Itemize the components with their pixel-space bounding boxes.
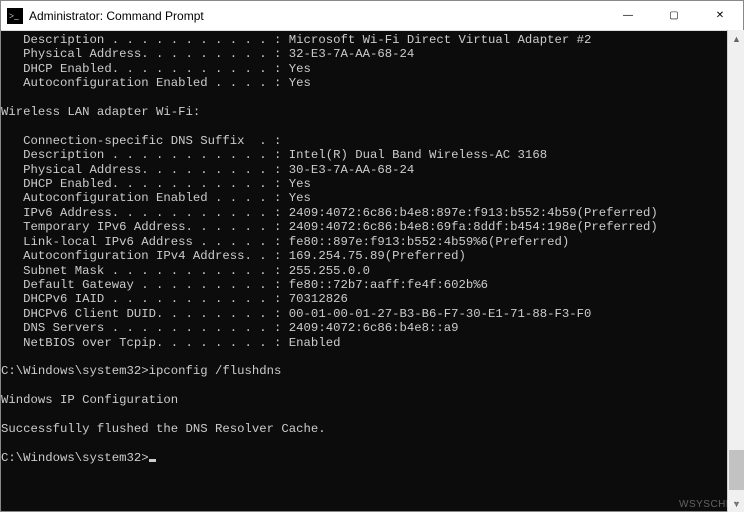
vertical-scrollbar[interactable]: ▲ ▼ [727, 30, 744, 512]
section-header: Wireless LAN adapter Wi-Fi: [1, 105, 200, 119]
prompt-path: C:\Windows\system32> [1, 451, 149, 465]
line: Link-local IPv6 Address . . . . . : fe80… [1, 235, 569, 249]
output-line: Successfully flushed the DNS Resolver Ca… [1, 422, 326, 436]
line: NetBIOS over Tcpip. . . . . . . . : Enab… [1, 336, 340, 350]
line: IPv6 Address. . . . . . . . . . . : 2409… [1, 206, 658, 220]
line: Autoconfiguration IPv4 Address. . : 169.… [1, 249, 466, 263]
watermark: WSYSCHM/ [679, 499, 738, 510]
titlebar[interactable]: >_ Administrator: Command Prompt — ▢ ✕ [1, 1, 743, 31]
cursor [149, 459, 156, 462]
line: Physical Address. . . . . . . . . : 32-E… [1, 47, 414, 61]
line: Temporary IPv6 Address. . . . . . : 2409… [1, 220, 658, 234]
maximize-button[interactable]: ▢ [651, 1, 697, 30]
line: DHCPv6 IAID . . . . . . . . . . . : 7031… [1, 292, 348, 306]
scroll-thumb[interactable] [729, 450, 744, 490]
terminal-output[interactable]: Description . . . . . . . . . . . : Micr… [1, 31, 743, 511]
line: DHCP Enabled. . . . . . . . . . . : Yes [1, 62, 311, 76]
window-title: Administrator: Command Prompt [29, 9, 605, 23]
line: Autoconfiguration Enabled . . . . : Yes [1, 191, 311, 205]
line: DHCPv6 Client DUID. . . . . . . . : 00-0… [1, 307, 591, 321]
command-text: ipconfig /flushdns [149, 364, 282, 378]
prompt-line: C:\Windows\system32>ipconfig /flushdns [1, 364, 281, 378]
line: Default Gateway . . . . . . . . . : fe80… [1, 278, 488, 292]
close-button[interactable]: ✕ [697, 1, 743, 30]
prompt-line: C:\Windows\system32> [1, 451, 156, 465]
line: Description . . . . . . . . . . . : Micr… [1, 33, 591, 47]
minimize-button[interactable]: — [605, 1, 651, 30]
window-controls: — ▢ ✕ [605, 1, 743, 30]
output-line: Windows IP Configuration [1, 393, 178, 407]
svg-text:>_: >_ [9, 11, 19, 21]
prompt-path: C:\Windows\system32> [1, 364, 149, 378]
line: Physical Address. . . . . . . . . : 30-E… [1, 163, 414, 177]
line: Description . . . . . . . . . . . : Inte… [1, 148, 547, 162]
line: Autoconfiguration Enabled . . . . : Yes [1, 76, 311, 90]
cmd-window: >_ Administrator: Command Prompt — ▢ ✕ D… [0, 0, 744, 512]
line: Connection-specific DNS Suffix . : [1, 134, 281, 148]
line: Subnet Mask . . . . . . . . . . . : 255.… [1, 264, 370, 278]
line: DNS Servers . . . . . . . . . . . : 2409… [1, 321, 459, 335]
line: DHCP Enabled. . . . . . . . . . . : Yes [1, 177, 311, 191]
cmd-icon: >_ [7, 8, 23, 24]
scroll-up-arrow[interactable]: ▲ [728, 30, 744, 47]
